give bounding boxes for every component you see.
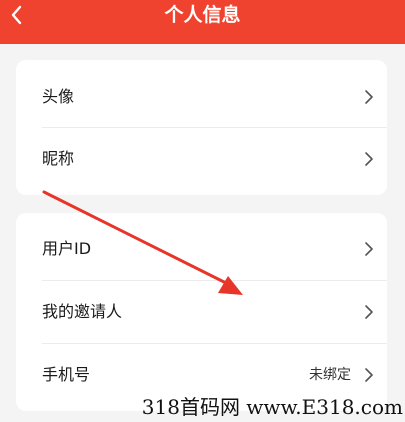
list-item-label: 用户ID (42, 239, 92, 258)
app-header: 个人信息 (0, 0, 405, 44)
page-title: 个人信息 (164, 4, 241, 26)
list-item-label: 昵称 (42, 149, 75, 168)
list-item-avatar[interactable]: 头像 (16, 65, 387, 129)
account-info-card: 用户ID 我的邀请人 手机号 未绑定 (16, 213, 387, 411)
list-item-label: 头像 (42, 87, 75, 106)
profile-basic-card: 头像 昵称 (16, 60, 387, 195)
chevron-right-icon (365, 90, 373, 104)
chevron-right-icon (365, 152, 373, 166)
watermark: 318首码网 www.E318.com (141, 395, 403, 419)
chevron-right-icon (365, 305, 373, 319)
list-item-nickname[interactable]: 昵称 (16, 127, 387, 191)
chevron-right-icon (365, 242, 373, 256)
list-item-user-id[interactable]: 用户ID (16, 217, 387, 281)
chevron-right-icon (365, 368, 373, 382)
list-item-label: 我的邀请人 (42, 302, 123, 321)
list-item-inviter[interactable]: 我的邀请人 (16, 280, 387, 344)
